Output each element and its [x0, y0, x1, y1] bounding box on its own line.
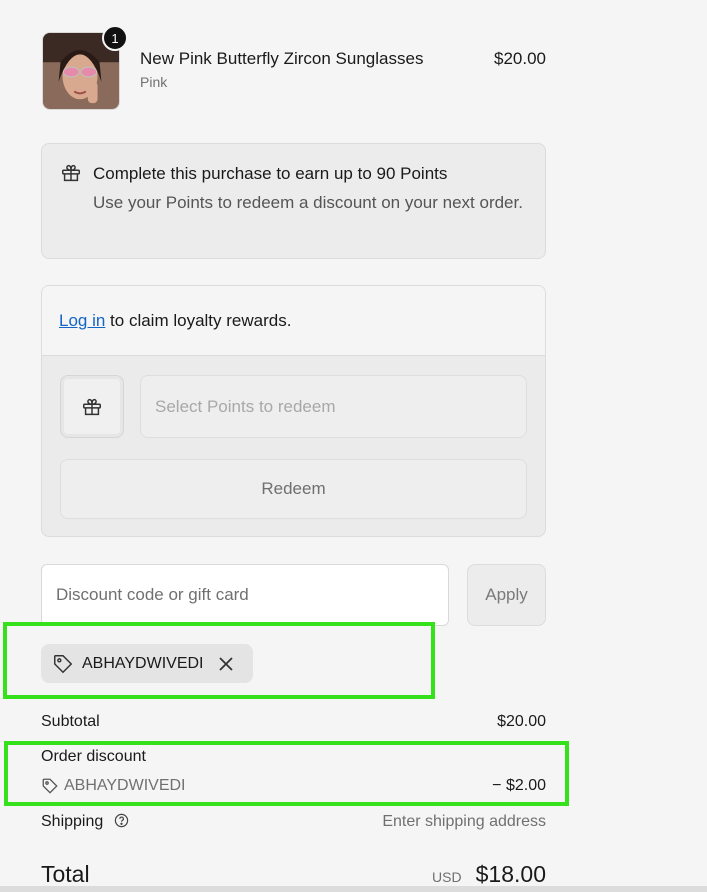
tag-icon	[42, 778, 58, 794]
apply-button[interactable]: Apply	[467, 564, 546, 626]
order-discount-code: ABHAYDWIVEDI	[64, 777, 186, 794]
gift-icon	[62, 164, 80, 182]
points-banner-subtitle: Use your Points to redeem a discount on …	[93, 193, 523, 212]
shipping-value: Enter shipping address	[382, 813, 546, 830]
product-variant: Pink	[140, 74, 168, 90]
loyalty-card: Log in to claim loyalty rewards. Select …	[41, 285, 546, 537]
help-circle-icon[interactable]	[114, 813, 129, 828]
total-amount: $18.00	[475, 861, 546, 887]
product-price: $20.00	[494, 49, 546, 68]
rewards-gift-button[interactable]	[60, 375, 124, 438]
loyalty-login-line: Log in to claim loyalty rewards.	[59, 311, 291, 331]
order-discount-code-row: ABHAYDWIVEDI	[41, 777, 186, 795]
subtotal-value: $20.00	[497, 713, 546, 730]
shipping-label: Shipping	[41, 813, 104, 830]
points-banner: Complete this purchase to earn up to 90 …	[41, 143, 546, 259]
product-name: New Pink Butterfly Zircon Sunglasses	[140, 49, 424, 68]
redeem-button[interactable]: Redeem	[60, 459, 527, 519]
total-currency: USD	[432, 869, 462, 885]
subtotal-label: Subtotal	[41, 713, 100, 730]
bottom-edge-bar	[0, 886, 707, 892]
login-link[interactable]: Log in	[59, 311, 105, 330]
points-select[interactable]: Select Points to redeem	[140, 375, 527, 438]
total-label: Total	[41, 861, 90, 887]
close-icon[interactable]	[218, 656, 234, 672]
loyalty-login-text: to claim loyalty rewards.	[105, 311, 292, 330]
order-discount-value: − $2.00	[492, 777, 546, 794]
shipping-row-label: Shipping	[41, 813, 129, 831]
quantity-badge: 1	[102, 25, 128, 51]
points-banner-title: Complete this purchase to earn up to 90 …	[93, 164, 448, 183]
discount-code-input[interactable]: Discount code or gift card	[41, 564, 449, 626]
applied-discount-code: ABHAYDWIVEDI	[82, 654, 204, 672]
applied-discount-chip: ABHAYDWIVEDI	[41, 644, 253, 683]
tag-icon	[54, 654, 73, 673]
gift-icon	[83, 398, 101, 415]
order-discount-label: Order discount	[41, 748, 146, 765]
loyalty-header: Log in to claim loyalty rewards.	[42, 286, 545, 356]
